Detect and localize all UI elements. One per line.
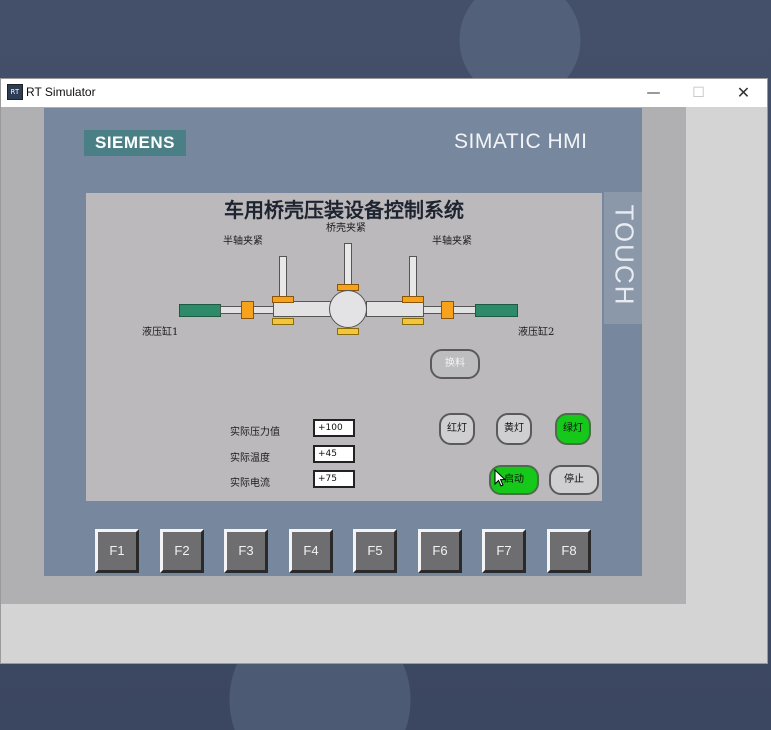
temperature-field[interactable]: +45 [313, 445, 355, 463]
hydraulic-cylinder-1 [179, 304, 221, 317]
right-clamp-rod [409, 256, 417, 298]
yellow-light-button[interactable]: 黄灯 [496, 413, 532, 445]
minimize-button[interactable]: — [631, 79, 676, 107]
change-material-button[interactable]: 换料 [430, 349, 480, 379]
function-key-f8[interactable]: F8 [547, 529, 591, 573]
right-clamp-bottom [402, 318, 424, 325]
pressure-label: 实际压力值 [230, 427, 280, 438]
right-axle [366, 301, 424, 317]
touch-label: TOUCH [609, 204, 640, 307]
maximize-button[interactable]: ☐ [676, 79, 721, 107]
right-clamp-label: 半轴夹紧 [432, 236, 472, 247]
left-clamp-bottom [272, 318, 294, 325]
left-clamp-label: 半轴夹紧 [223, 236, 263, 247]
device-frame: SIEMENS SIMATIC HMI TOUCH 车用桥壳压装设备控制系统 半… [1, 107, 686, 604]
hydraulic-cylinder-2 [475, 304, 518, 317]
hmi-panel: SIEMENS SIMATIC HMI TOUCH 车用桥壳压装设备控制系统 半… [44, 108, 642, 576]
green-light-button[interactable]: 绿灯 [555, 413, 591, 445]
left-rod [220, 306, 242, 314]
current-field[interactable]: +75 [313, 470, 355, 488]
center-clamp-rod [344, 243, 352, 285]
close-button[interactable]: ✕ [721, 79, 766, 107]
center-clamp-label: 桥壳夹紧 [326, 223, 366, 234]
temperature-label: 实际温度 [230, 453, 270, 464]
function-key-f7[interactable]: F7 [482, 529, 526, 573]
left-link [253, 306, 275, 314]
window-title: RT Simulator [26, 85, 96, 99]
function-key-f6[interactable]: F6 [418, 529, 462, 573]
function-key-f5[interactable]: F5 [353, 529, 397, 573]
axle-housing [329, 290, 367, 328]
current-label: 实际电流 [230, 478, 270, 489]
mouse-pointer-icon [494, 469, 506, 487]
stop-button[interactable]: 停止 [549, 465, 599, 495]
function-key-f1[interactable]: F1 [95, 529, 139, 573]
left-axle [273, 301, 331, 317]
siemens-logo: SIEMENS [84, 130, 186, 156]
right-link [423, 306, 443, 314]
touch-strip: TOUCH [604, 192, 642, 324]
app-icon: RT [7, 84, 23, 100]
right-rod [453, 306, 477, 314]
function-key-f3[interactable]: F3 [224, 529, 268, 573]
cylinder1-label: 液压缸1 [142, 327, 179, 338]
rt-simulator-window: RT RT Simulator — ☐ ✕ SIEMENS SIMATIC HM… [0, 78, 768, 664]
pressure-field[interactable]: +100 [313, 419, 355, 437]
left-clamp-rod [279, 256, 287, 298]
function-key-f2[interactable]: F2 [160, 529, 204, 573]
function-key-f4[interactable]: F4 [289, 529, 333, 573]
simatic-hmi-label: SIMATIC HMI [454, 130, 588, 153]
hmi-screen: 车用桥壳压装设备控制系统 半轴夹紧 桥壳夹紧 半轴夹紧 液压缸1 液压缸2 换料… [86, 193, 602, 501]
cylinder2-label: 液压缸2 [518, 327, 555, 338]
left-clamp-top [272, 296, 294, 303]
right-clamp-top [402, 296, 424, 303]
center-clamp-bottom [337, 328, 359, 335]
red-light-button[interactable]: 红灯 [439, 413, 475, 445]
title-bar[interactable]: RT RT Simulator — ☐ ✕ [1, 79, 767, 107]
